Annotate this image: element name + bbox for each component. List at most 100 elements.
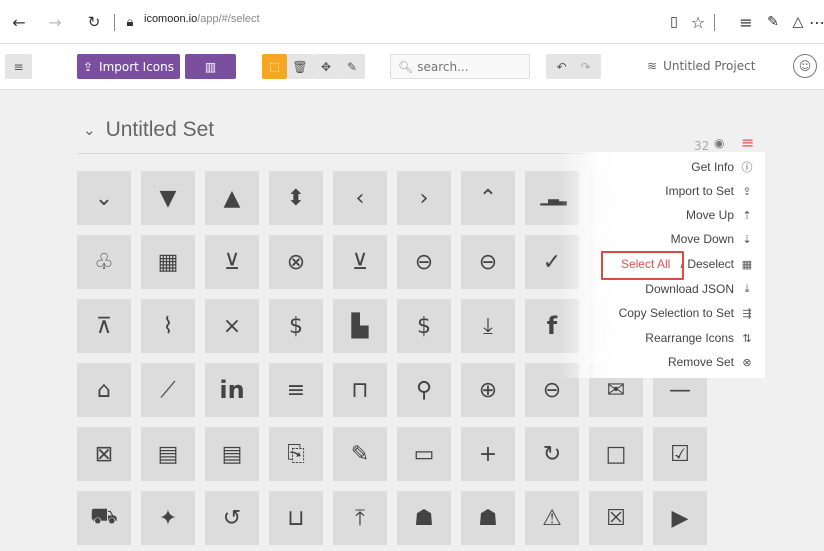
icon-tile-search[interactable]: ⚲ [397, 363, 451, 417]
icon-tile-unlock[interactable]: ⊔ [269, 491, 323, 545]
icon-tile-lightbulb[interactable]: ♧ [77, 235, 131, 289]
icon-tile-lock[interactable]: ⊓ [333, 363, 387, 417]
select-icon: ▦ [741, 258, 753, 271]
forward-icon[interactable]: → [44, 0, 66, 44]
menu-item-move-up[interactable]: Move Up ⇡ [686, 203, 753, 227]
icon-tile-twitter[interactable]: ✦ [141, 491, 195, 545]
icon-tile-circle-left[interactable]: ⊖ [397, 235, 451, 289]
icon-tile-file-dollar[interactable]: $ [397, 299, 451, 353]
icon-tile-plus[interactable]: + [461, 427, 515, 481]
rearrange-icon: ⇅ [742, 332, 752, 345]
youtube-icon: ▶ [671, 505, 689, 531]
icon-tile-triangle-down[interactable]: ▼ [141, 171, 195, 225]
icon-tile-checkbox-checked[interactable]: ☑ [653, 427, 707, 481]
icon-tile-pencil[interactable]: ✎ [333, 427, 387, 481]
icon-tile-warning[interactable]: ⚠ [525, 491, 579, 545]
redo-icon[interactable]: ↷ [581, 60, 591, 74]
project-selector[interactable]: ≋ Untitled Project [647, 59, 755, 73]
menu-item-download-json[interactable]: Download JSON ⤓ [645, 277, 753, 301]
icon-tile-refresh[interactable]: ↻ [525, 427, 579, 481]
icon-tile-circle-down[interactable]: ⊻ [333, 235, 387, 289]
icon-tile-calendar[interactable]: ▦ [141, 235, 195, 289]
edit-tool-button[interactable]: ✎ [339, 54, 365, 79]
menu-item-import-to-set[interactable]: Import to Set ⇪ [665, 179, 753, 203]
delete-tool-button[interactable]: 🗑︎ [287, 54, 313, 79]
chevron-right-icon: › [419, 185, 429, 211]
select-all-link[interactable]: Select All [621, 257, 670, 271]
icon-tile-close[interactable]: × [205, 299, 259, 353]
icon-tile-dollar-circle[interactable]: $ [269, 299, 323, 353]
main-menu-button[interactable]: ≡ [5, 54, 32, 79]
icon-tile-file[interactable]: ▙ [333, 299, 387, 353]
icon-tile-newspaper-add[interactable]: ▤ [205, 427, 259, 481]
icon-tile-triangle-up[interactable]: ▲ [205, 171, 259, 225]
icon-tile-user[interactable]: ☗ [397, 491, 451, 545]
icon-tile-newspaper[interactable]: ▤ [141, 427, 195, 481]
refresh-icon[interactable]: ↻ [83, 0, 105, 44]
icon-tile-linkedin[interactable]: in [205, 363, 259, 417]
menu-item-rearrange-icons[interactable]: Rearrange Icons ⇅ [645, 326, 753, 350]
file-icon: ▙ [351, 313, 369, 339]
browser-bar: ← → ↻ 🔒︎ icomoon.io/app/#/select ▯ ☆ ≡ ✎… [0, 0, 824, 44]
menu-item-copy-selection[interactable]: Copy Selection to Set ⇶ [619, 301, 753, 325]
download-icon: ⤓ [744, 282, 750, 295]
back-icon[interactable]: ← [8, 0, 30, 44]
icon-tile-chevron-left[interactable]: ‹ [333, 171, 387, 225]
menu-label: Move Down [670, 232, 734, 246]
icon-tile-image[interactable]: ▭ [397, 427, 451, 481]
icon-tile-youtube[interactable]: ▶ [653, 491, 707, 545]
search-box: 🔍︎ [390, 54, 530, 79]
library-button[interactable]: ▥ [185, 54, 236, 79]
icon-tile-undo[interactable]: ↺ [205, 491, 259, 545]
address-bar[interactable]: icomoon.io/app/#/select [144, 13, 260, 25]
hub-icon[interactable]: ≡ [736, 0, 756, 44]
set-menu-icon[interactable]: ≡ [741, 133, 754, 152]
circle-left-icon: ⊖ [414, 249, 434, 275]
icon-tile-chevron-right[interactable]: › [397, 171, 451, 225]
eye-icon[interactable]: ◉ [714, 136, 724, 150]
icon-tile-menu[interactable]: ≡ [269, 363, 323, 417]
set-title[interactable]: ⌄ Untitled Set [83, 118, 214, 142]
icon-tile-zoom-in[interactable]: ⊕ [461, 363, 515, 417]
search-input[interactable] [417, 59, 508, 74]
icon-tile-file-excel[interactable]: ☒ [589, 491, 643, 545]
import-icons-button[interactable]: ⇪ Import Icons [77, 54, 180, 79]
chevron-up-icon: ⌃ [478, 185, 498, 211]
more-icon[interactable]: ⋯ [809, 0, 824, 44]
icon-tile-user-add[interactable]: ☗ [461, 491, 515, 545]
menu-item-remove-set[interactable]: Remove Set ⊗ [668, 350, 753, 374]
menu-icon: ≡ [286, 377, 306, 403]
user-add-icon: ☗ [478, 505, 498, 531]
icon-tile-sort[interactable]: ⬍ [269, 171, 323, 225]
undo-icon[interactable]: ↶ [556, 60, 566, 74]
favorite-star-icon[interactable]: ☆ [688, 0, 708, 44]
icon-tile-cart[interactable]: ⊻ [205, 235, 259, 289]
web-note-icon[interactable]: ✎ [763, 0, 783, 44]
icon-tile-file-pdf[interactable]: ⎘ [269, 427, 323, 481]
icon-tile-circle-up[interactable]: ⊼ [77, 299, 131, 353]
icon-tile-checkbox-blank[interactable]: □ [589, 427, 643, 481]
icon-tile-circle-minus[interactable]: ⊖ [461, 235, 515, 289]
reading-view-icon[interactable]: ▯ [664, 0, 684, 44]
move-icon: ✥ [320, 59, 332, 74]
icon-tile-chevron-up[interactable]: ⌃ [461, 171, 515, 225]
minus-icon: — [669, 377, 691, 403]
icon-tile-truck[interactable]: ⛟ [77, 491, 131, 545]
icon-tile-paperclip[interactable]: ⌇ [141, 299, 195, 353]
close-icon: × [222, 313, 242, 339]
icon-tile-download[interactable]: ⤓ [461, 299, 515, 353]
move-tool-button[interactable]: ✥ [313, 54, 339, 79]
icon-tile-line-chart[interactable]: ⟋ [141, 363, 195, 417]
icon-tile-chevron-down[interactable]: ⌄ [77, 171, 131, 225]
chevron-down-icon[interactable]: ⌄ [83, 121, 96, 139]
icon-tile-image-x[interactable]: ⊠ [77, 427, 131, 481]
feedback-smiley-icon[interactable]: ☺ [793, 54, 817, 78]
icon-tile-upload[interactable]: ⤒ [333, 491, 387, 545]
menu-item-get-info[interactable]: Get Info ⓘ [691, 155, 753, 179]
icon-tile-home[interactable]: ⌂ [77, 363, 131, 417]
icon-tile-circle-x[interactable]: ⊗ [269, 235, 323, 289]
menu-item-move-down[interactable]: Move Down ⇣ [671, 227, 753, 251]
share-icon[interactable]: △ [788, 0, 808, 44]
select-tool-button[interactable]: ⬚ [262, 54, 287, 79]
deselect-link[interactable]: Deselect [687, 257, 734, 271]
